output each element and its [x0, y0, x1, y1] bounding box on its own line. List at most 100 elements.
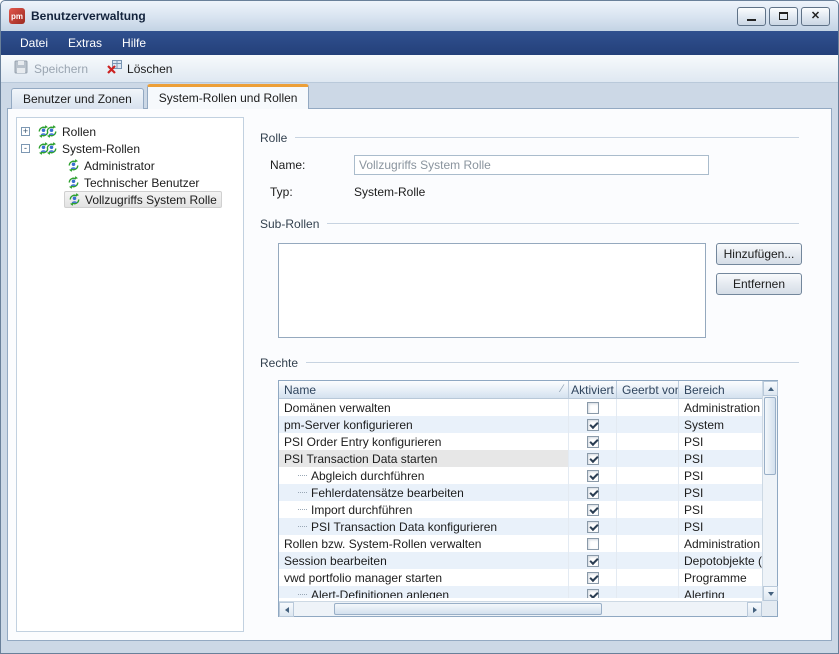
right-checkbox[interactable] — [587, 453, 599, 465]
minimize-button[interactable] — [737, 7, 766, 26]
vertical-scroll-thumb[interactable] — [764, 397, 776, 475]
name-input[interactable] — [354, 155, 709, 175]
right-name-cell[interactable]: pm-Server konfigurieren — [279, 416, 569, 433]
right-name-cell[interactable]: Alert-Definitionen anlegen — [279, 586, 569, 598]
tab-benutzer-und-zonen[interactable]: Benutzer und Zonen — [11, 88, 144, 109]
scroll-up-button[interactable] — [763, 381, 778, 396]
right-area-cell: System — [679, 416, 762, 433]
remove-subrole-button[interactable]: Entfernen — [716, 273, 802, 295]
rights-row-psi-order-entry-konfigurieren[interactable]: PSI Order Entry konfigurierenPSI — [279, 433, 762, 450]
right-area-cell: Depotobjekte (Or — [679, 552, 762, 569]
column-header-aktiviert[interactable]: Aktiviert — [569, 381, 617, 398]
right-activated-cell — [569, 416, 617, 433]
right-checkbox[interactable] — [587, 436, 599, 448]
right-name-cell[interactable]: Session bearbeiten — [279, 552, 569, 569]
scroll-right-button[interactable] — [747, 602, 762, 617]
right-activated-cell — [569, 552, 617, 569]
tree-item-technischer-benutzer[interactable]: Technischer Benutzer — [17, 174, 243, 191]
subroles-group-header: Sub-Rollen — [260, 217, 799, 231]
subroles-group-title: Sub-Rollen — [260, 217, 319, 231]
scroll-left-button[interactable] — [279, 602, 294, 617]
rights-group-header: Rechte — [260, 356, 799, 370]
tree-branch-icon — [298, 475, 307, 476]
horizontal-scroll-track[interactable] — [294, 602, 747, 616]
subroles-listbox[interactable] — [278, 243, 706, 338]
right-checkbox[interactable] — [587, 589, 599, 599]
right-name: Abgleich durchführen — [311, 469, 424, 483]
tab-system-rollen-und-rollen[interactable]: System-Rollen und Rollen — [147, 84, 310, 109]
right-checkbox[interactable] — [587, 419, 599, 431]
right-name: PSI Transaction Data konfigurieren — [311, 520, 497, 534]
right-activated-cell — [569, 518, 617, 535]
window: pm Benutzerverwaltung ✕ Datei Extras Hil… — [0, 0, 839, 654]
right-area: System — [684, 418, 724, 432]
right-name: Fehlerdatensätze bearbeiten — [311, 486, 464, 500]
delete-button[interactable]: Löschen — [100, 56, 178, 81]
collapse-icon[interactable]: - — [21, 144, 30, 153]
right-checkbox[interactable] — [587, 504, 599, 516]
column-header-geerbt-von[interactable]: Geerbt von — [617, 381, 679, 398]
rights-row-psi-transaction-data-konfigurieren[interactable]: PSI Transaction Data konfigurierenPSI — [279, 518, 762, 535]
rights-row-dom-nen-verwalten[interactable]: Domänen verwalten Administration — [279, 399, 762, 416]
rights-row-rollen-bzw-system-rollen-verwalten[interactable]: Rollen bzw. System-Rollen verwaltenAdmin… — [279, 535, 762, 552]
rights-row-session-bearbeiten[interactable]: Session bearbeiten Depotobjekte (Or — [279, 552, 762, 569]
right-checkbox[interactable] — [587, 487, 599, 499]
add-subrole-button[interactable]: Hinzufügen... — [716, 243, 802, 265]
right-name-cell[interactable]: PSI Transaction Data konfigurieren — [279, 518, 569, 535]
right-inherited-cell — [617, 535, 679, 552]
right-checkbox[interactable] — [587, 470, 599, 482]
scroll-down-button[interactable] — [763, 586, 778, 601]
horizontal-scroll-thumb[interactable] — [334, 603, 602, 615]
right-area-cell: PSI — [679, 501, 762, 518]
right-checkbox[interactable] — [587, 572, 599, 584]
right-name-cell[interactable]: vwd portfolio manager starten — [279, 569, 569, 586]
right-name-cell[interactable]: Fehlerdatensätze bearbeiten — [279, 484, 569, 501]
rights-row-vwd-portfolio-manager-starten[interactable]: vwd portfolio manager starten Programme — [279, 569, 762, 586]
right-name: Alert-Definitionen anlegen — [311, 588, 449, 599]
right-name-cell[interactable]: Abgleich durchführen — [279, 467, 569, 484]
right-name: Session bearbeiten — [284, 554, 387, 568]
right-checkbox[interactable] — [587, 538, 599, 550]
right-activated-cell — [569, 399, 617, 416]
right-activated-cell — [569, 450, 617, 467]
right-activated-cell — [569, 569, 617, 586]
right-checkbox[interactable] — [587, 402, 599, 414]
maximize-button[interactable] — [769, 7, 798, 26]
column-header-name[interactable]: Name∕ — [279, 381, 569, 398]
horizontal-scrollbar[interactable] — [279, 601, 762, 616]
tree-item-system-rollen[interactable]: -System-Rollen — [17, 140, 243, 157]
right-name-cell[interactable]: Import durchführen — [279, 501, 569, 518]
right-checkbox[interactable] — [587, 521, 599, 533]
menu-hilfe[interactable]: Hilfe — [113, 33, 155, 53]
rights-row-fehlerdatens-tze-bearbeiten[interactable]: Fehlerdatensätze bearbeitenPSI — [279, 484, 762, 501]
save-button[interactable]: Speichern — [7, 56, 94, 81]
rights-row-abgleich-durchf-hren[interactable]: Abgleich durchführenPSI — [279, 467, 762, 484]
expand-icon[interactable]: + — [21, 127, 30, 136]
right-checkbox[interactable] — [587, 555, 599, 567]
right-name-cell[interactable]: Domänen verwalten — [279, 399, 569, 416]
menu-extras[interactable]: Extras — [59, 33, 111, 53]
rights-row-pm-server-konfigurieren[interactable]: pm-Server konfigurieren System — [279, 416, 762, 433]
menu-datei[interactable]: Datei — [11, 33, 57, 53]
save-icon — [13, 59, 29, 78]
tree-item-administrator[interactable]: Administrator — [17, 157, 243, 174]
rights-row-alert-definitionen-anlegen[interactable]: Alert-Definitionen anlegenAlerting — [279, 586, 762, 598]
tree-item-vollzugriffs-system-rolle[interactable]: Vollzugriffs System Rolle — [17, 191, 243, 208]
arrow-up-icon — [768, 387, 774, 391]
right-area-cell: PSI — [679, 450, 762, 467]
rights-row-psi-transaction-data-starten[interactable]: PSI Transaction Data starten PSI — [279, 450, 762, 467]
right-name: pm-Server konfigurieren — [284, 418, 413, 432]
right-inherited-cell — [617, 433, 679, 450]
close-button[interactable]: ✕ — [801, 7, 830, 26]
right-name-cell[interactable]: PSI Transaction Data starten — [279, 450, 569, 467]
right-name-cell[interactable]: Rollen bzw. System-Rollen verwalten — [279, 535, 569, 552]
right-name-cell[interactable]: PSI Order Entry konfigurieren — [279, 433, 569, 450]
vertical-scrollbar[interactable] — [762, 381, 777, 601]
vertical-scroll-track[interactable] — [763, 396, 777, 586]
right-area-cell: Programme — [679, 569, 762, 586]
tree-item-rollen[interactable]: +Rollen — [17, 123, 243, 140]
scrollbar-corner — [762, 601, 777, 616]
right-area: Administration — [684, 401, 760, 415]
rights-row-import-durchf-hren[interactable]: Import durchführen PSI — [279, 501, 762, 518]
column-header-bereich[interactable]: Bereich — [679, 381, 762, 398]
